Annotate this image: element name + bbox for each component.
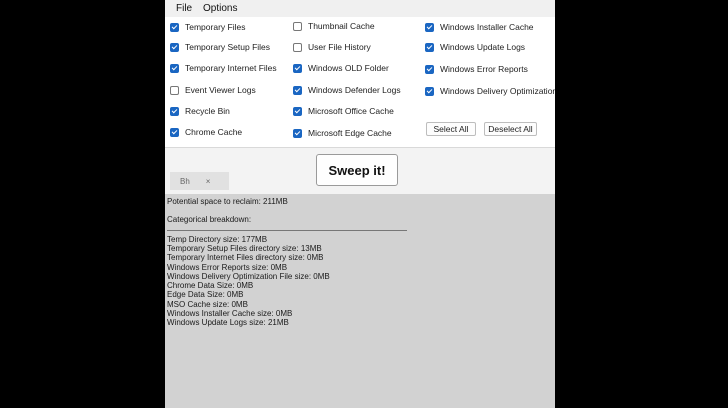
breakdown-heading: Categorical breakdown:	[167, 215, 252, 224]
option-label: Windows Error Reports	[440, 64, 528, 74]
checkbox-checked[interactable]	[170, 106, 179, 116]
option-label: Recycle Bin	[185, 106, 230, 116]
checkbox-checked[interactable]	[425, 22, 434, 32]
option-user-file-history[interactable]: User File History	[293, 40, 371, 54]
checkbox-checked[interactable]	[425, 86, 434, 96]
option-windows-delivery-optimization[interactable]: Windows Delivery Optimization	[425, 84, 555, 98]
checkbox-unchecked[interactable]	[293, 42, 302, 52]
option-label: Temporary Setup Files	[185, 42, 271, 52]
close-icon[interactable]: ×	[206, 177, 211, 186]
breakdown-line: Temporary Internet Files directory size:…	[167, 253, 324, 262]
app-window: File Options Temporary Files Temporary S…	[165, 0, 555, 408]
action-area: Bh × Sweep it!	[165, 148, 555, 194]
option-windows-installer-cache[interactable]: Windows Installer Cache	[425, 20, 534, 34]
sweep-button[interactable]: Sweep it!	[316, 154, 398, 186]
breakdown-line: Chrome Data Size: 0MB	[167, 281, 254, 290]
option-label: Windows Installer Cache	[440, 22, 534, 32]
option-label: Windows Update Logs	[440, 42, 526, 52]
menu-file[interactable]: File	[176, 3, 192, 14]
breakdown-line: Temp Directory size: 177MB	[167, 235, 268, 244]
option-label: Chrome Cache	[185, 127, 243, 137]
checkbox-checked[interactable]	[293, 85, 302, 95]
option-temporary-internet-files[interactable]: Temporary Internet Files	[170, 61, 277, 75]
option-temporary-setup-files[interactable]: Temporary Setup Files	[170, 40, 270, 54]
checkbox-checked[interactable]	[293, 63, 302, 73]
breakdown-line: Temporary Setup Files directory size: 13…	[167, 244, 322, 253]
select-all-button[interactable]: Select All	[426, 122, 476, 136]
checkbox-checked[interactable]	[293, 128, 302, 138]
output-console: Potential space to reclaim: 211MB Catego…	[165, 194, 555, 408]
checkbox-unchecked[interactable]	[170, 85, 179, 95]
breakdown-line: Windows Error Reports size: 0MB	[167, 263, 288, 272]
deselect-all-button[interactable]: Deselect All	[484, 122, 537, 136]
option-chrome-cache[interactable]: Chrome Cache	[170, 125, 242, 139]
option-event-viewer-logs[interactable]: Event Viewer Logs	[170, 83, 256, 97]
checkbox-checked[interactable]	[293, 106, 302, 116]
option-label: Microsoft Office Cache	[308, 106, 394, 116]
option-label: Windows OLD Folder	[308, 63, 389, 73]
option-label: Temporary Files	[185, 22, 246, 32]
breakdown-line: Windows Delivery Optimization File size:…	[167, 272, 330, 281]
checkbox-unchecked[interactable]	[293, 21, 302, 31]
option-temporary-files[interactable]: Temporary Files	[170, 20, 245, 34]
option-thumbnail-cache[interactable]: Thumbnail Cache	[293, 19, 375, 33]
option-label: Windows Delivery Optimization	[440, 86, 555, 96]
breakdown-line: Windows Installer Cache size: 0MB	[167, 309, 293, 318]
option-windows-update-logs[interactable]: Windows Update Logs	[425, 40, 525, 54]
checkbox-checked[interactable]	[170, 22, 179, 32]
menu-bar: File Options	[165, 0, 555, 17]
chip-label: Bh	[180, 176, 190, 186]
option-label: Microsoft Edge Cache	[308, 128, 392, 138]
option-label: Windows Defender Logs	[308, 85, 401, 95]
option-label: Temporary Internet Files	[185, 63, 277, 73]
option-label: User File History	[308, 42, 371, 52]
option-windows-old-folder[interactable]: Windows OLD Folder	[293, 61, 389, 75]
divider-line	[167, 230, 407, 231]
checkbox-checked[interactable]	[170, 42, 179, 52]
option-label: Thumbnail Cache	[308, 21, 375, 31]
option-recycle-bin[interactable]: Recycle Bin	[170, 104, 230, 118]
checkbox-checked[interactable]	[425, 64, 434, 74]
breakdown-line: Windows Update Logs size: 21MB	[167, 318, 289, 327]
checkbox-checked[interactable]	[170, 63, 179, 73]
breakdown-line: Edge Data Size: 0MB	[167, 290, 244, 299]
breakdown-line: MSO Cache size: 0MB	[167, 300, 248, 309]
option-microsoft-office-cache[interactable]: Microsoft Office Cache	[293, 104, 394, 118]
options-panel: Temporary Files Temporary Setup Files Te…	[165, 17, 555, 147]
menu-options[interactable]: Options	[203, 3, 237, 14]
option-label: Event Viewer Logs	[185, 85, 256, 95]
potential-space-text: Potential space to reclaim: 211MB	[167, 197, 288, 206]
option-windows-error-reports[interactable]: Windows Error Reports	[425, 62, 528, 76]
checkbox-checked[interactable]	[425, 42, 434, 52]
option-microsoft-edge-cache[interactable]: Microsoft Edge Cache	[293, 126, 392, 140]
checkbox-checked[interactable]	[170, 127, 179, 137]
taskbar-chip[interactable]: Bh ×	[170, 172, 229, 190]
option-windows-defender-logs[interactable]: Windows Defender Logs	[293, 83, 401, 97]
